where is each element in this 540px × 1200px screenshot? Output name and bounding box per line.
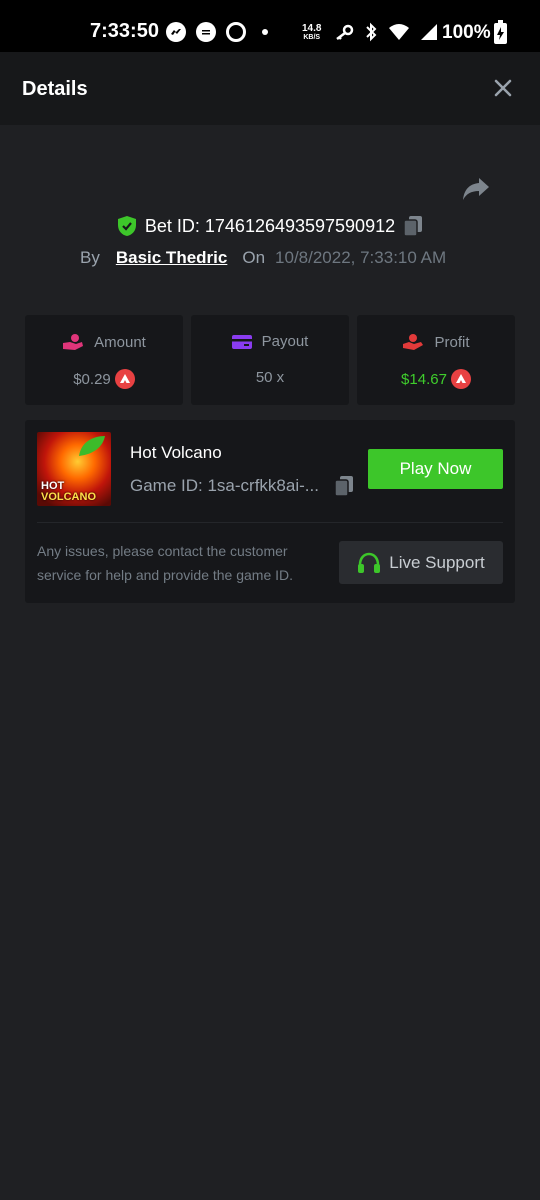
amount-value: $0.29 (73, 370, 111, 388)
notification-icons (166, 22, 268, 42)
net-speed-value: 14.8 (302, 23, 322, 34)
shield-check-icon (117, 216, 136, 236)
credit-card-icon (231, 334, 252, 349)
profit-value: $14.67 (401, 370, 447, 388)
profit-label: Profit (434, 333, 470, 351)
bet-date: 10/8/2022, 7:33:10 AM (275, 248, 447, 267)
key-icon (336, 24, 354, 40)
chat-bubble-icon (196, 22, 216, 42)
payout-label: Payout (261, 333, 309, 350)
leaf-icon (79, 436, 105, 456)
thumb-title-line2: VOLCANO (41, 491, 96, 503)
dot-icon (262, 29, 268, 35)
system-icons (334, 22, 438, 42)
profit-card: Profit $14.67 (357, 315, 515, 405)
ring-icon (226, 22, 246, 42)
page-title: Details (22, 78, 88, 100)
status-time: 7:33:50 (90, 20, 159, 42)
hand-coin-icon (63, 334, 84, 350)
status-bar: 7:33:50 14.8 KB/S 100% (0, 0, 540, 52)
battery-charging-icon (494, 20, 507, 44)
live-support-button[interactable]: Live Support (339, 541, 503, 584)
headset-icon (358, 552, 381, 573)
play-now-button[interactable]: Play Now (368, 449, 503, 489)
payout-value: 50 x (255, 369, 285, 386)
wifi-icon (389, 24, 409, 40)
on-label: On (242, 248, 266, 267)
by-label: By (80, 248, 100, 267)
net-speed-unit: KB/S (303, 34, 321, 41)
help-text: Any issues, please contact the customer … (37, 543, 294, 583)
avax-coin-icon (114, 369, 135, 389)
signal-icon (421, 24, 437, 40)
divider (37, 522, 503, 523)
bluetooth-icon (366, 22, 377, 42)
user-link[interactable]: Basic Thedric (116, 248, 228, 268)
game-title: Hot Volcano (130, 443, 222, 462)
copy-icon[interactable] (403, 215, 423, 237)
close-icon[interactable] (490, 75, 516, 101)
payout-card: Payout 50 x (191, 315, 349, 405)
live-support-label: Live Support (389, 552, 485, 572)
amount-card: Amount $0.29 (25, 315, 183, 405)
bet-meta-row: By Basic Thedric On 10/8/2022, 7:33:10 A… (80, 246, 446, 270)
game-thumbnail[interactable]: HOT VOLCANO (37, 432, 111, 506)
hand-profit-icon (403, 334, 424, 350)
amount-label: Amount (94, 333, 146, 351)
details-header: Details (0, 52, 540, 125)
bet-id: Bet ID: 1746126493597590912 (144, 215, 396, 236)
copy-icon[interactable] (334, 475, 354, 497)
game-id: Game ID: 1sa-crfkk8ai-... (130, 476, 319, 495)
share-icon[interactable] (462, 176, 490, 202)
net-speed: 14.8 KB/S (302, 24, 321, 42)
avax-coin-icon (450, 369, 471, 389)
game-card: HOT VOLCANO Hot Volcano Game ID: 1sa-crf… (25, 420, 515, 603)
battery-level: 100% (442, 22, 491, 43)
messenger-icon (166, 22, 186, 42)
bet-id-row: Bet ID: 1746126493597590912 (0, 212, 540, 240)
